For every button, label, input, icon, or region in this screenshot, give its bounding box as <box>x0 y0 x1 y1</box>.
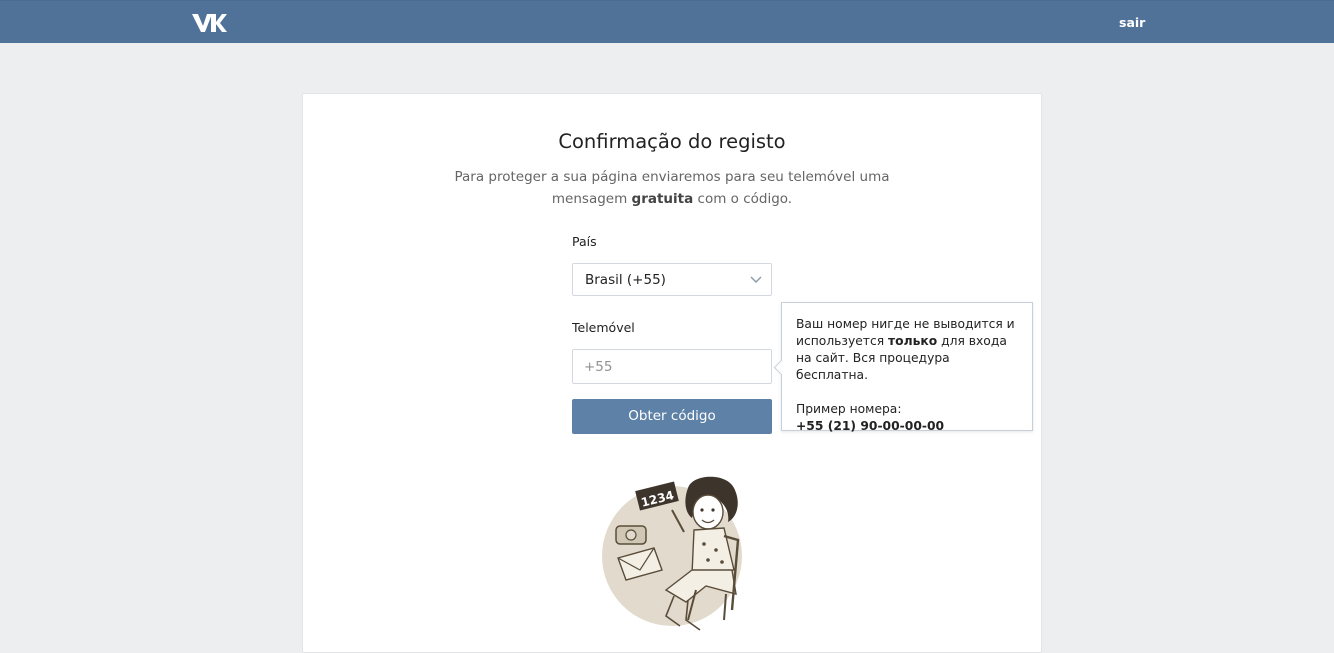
country-label: País <box>572 234 597 249</box>
chevron-down-icon <box>750 276 762 283</box>
country-select-value: Brasil (+55) <box>585 272 666 288</box>
phone-input[interactable] <box>572 349 772 384</box>
country-select[interactable]: Brasil (+55) <box>572 263 772 296</box>
tooltip-example-value: +55 (21) 90-00-00-00 <box>796 419 945 433</box>
page-title: Confirmação do registo <box>558 130 786 153</box>
tooltip-text: Ваш номер нигде не выводится и используе… <box>796 317 1015 382</box>
top-header: sair <box>0 0 1334 43</box>
description-text: Para proteger a sua página enviaremos pa… <box>454 169 890 207</box>
phone-hint-tooltip: Ваш номер нигде не выводится и используе… <box>773 302 1033 433</box>
vk-logo-icon[interactable] <box>191 12 227 34</box>
registration-illustration: 1234 <box>602 476 742 631</box>
logout-link[interactable]: sair <box>1119 15 1145 30</box>
tooltip-example-label: Пример номера: <box>796 402 902 416</box>
phone-label: Telemóvel <box>572 320 635 335</box>
get-code-button[interactable]: Obter código <box>572 399 772 434</box>
